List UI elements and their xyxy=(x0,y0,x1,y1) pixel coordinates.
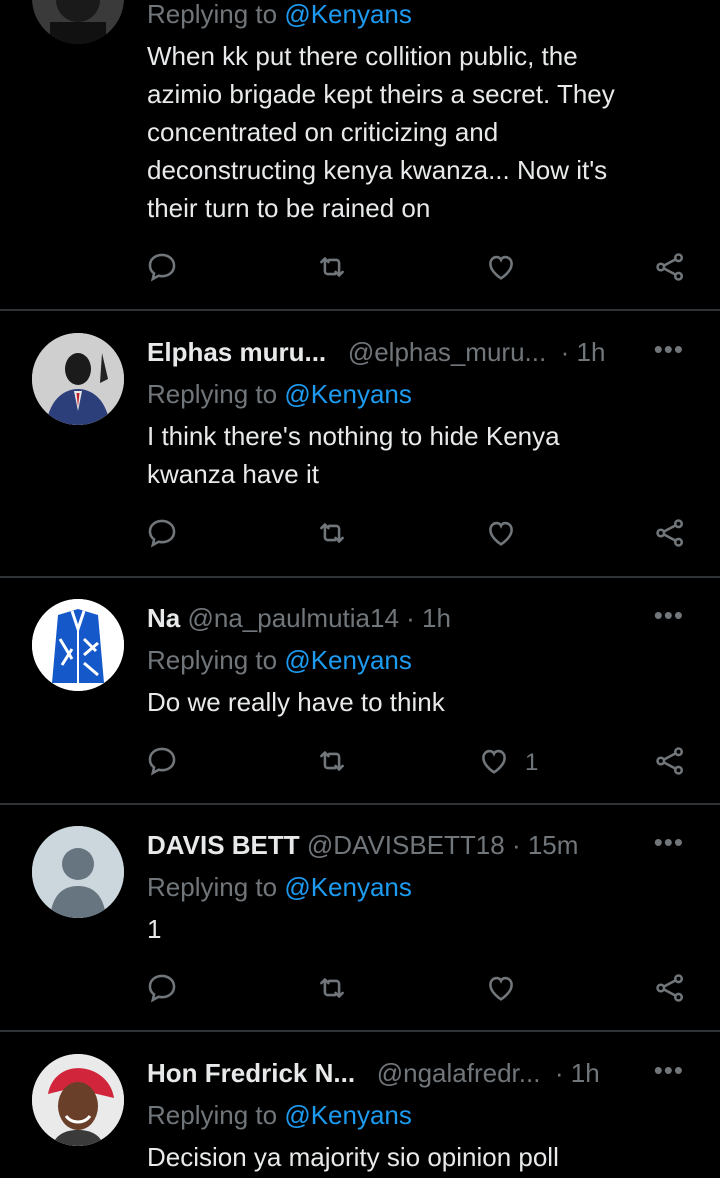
like-icon xyxy=(484,516,518,555)
user-handle[interactable]: @DAVISBETT18 xyxy=(307,830,505,860)
display-name[interactable]: DAVIS BETT xyxy=(147,830,300,860)
user-handle[interactable]: @na_paulmutia14 xyxy=(187,603,398,633)
mention-link[interactable]: @Kenyans xyxy=(284,379,412,409)
share-icon xyxy=(653,744,687,783)
reply-button[interactable] xyxy=(145,249,179,289)
reply-button[interactable] xyxy=(145,515,179,555)
reply-icon xyxy=(145,744,179,783)
avatar[interactable] xyxy=(32,826,124,918)
replying-to: Replying to @Kenyans xyxy=(147,645,412,675)
like-button[interactable] xyxy=(484,970,532,1010)
retweet-icon xyxy=(315,744,349,783)
avatar[interactable] xyxy=(32,599,124,691)
user-handle[interactable]: @elphas_muru... xyxy=(348,337,546,367)
like-button[interactable]: 1 xyxy=(477,743,538,783)
avatar[interactable] xyxy=(32,333,124,425)
tweet[interactable]: Na @na_paulmutia14 · 1h ••• Replying to … xyxy=(0,578,720,803)
more-icon[interactable]: ••• xyxy=(654,827,684,858)
action-bar xyxy=(0,515,720,555)
tweet-text: 1 xyxy=(147,914,162,944)
like-button[interactable] xyxy=(484,515,532,555)
retweet-button[interactable] xyxy=(315,515,349,555)
mention-link[interactable]: @Kenyans xyxy=(284,872,412,902)
avatar[interactable] xyxy=(32,1054,124,1146)
tweet-text: Do we really have to think xyxy=(147,687,445,717)
timestamp[interactable]: · 1h xyxy=(406,603,451,633)
timestamp[interactable]: · 1h xyxy=(561,337,606,367)
retweet-icon xyxy=(315,516,349,555)
tweet-header: Elphas muru... @elphas_muru... · 1h xyxy=(147,334,640,370)
display-name[interactable]: Hon Fredrick N... xyxy=(147,1058,355,1088)
reply-button[interactable] xyxy=(145,743,179,783)
more-icon[interactable]: ••• xyxy=(654,1055,684,1086)
share-icon xyxy=(653,516,687,555)
retweet-button[interactable] xyxy=(315,970,349,1010)
display-name[interactable]: Na xyxy=(147,603,180,633)
display-name[interactable]: Elphas muru... xyxy=(147,337,326,367)
replying-to: Replying to @Kenyans xyxy=(147,872,412,902)
share-button[interactable] xyxy=(653,515,687,555)
replying-to: Replying to @Kenyans xyxy=(147,0,412,29)
retweet-icon xyxy=(315,971,349,1010)
retweet-icon xyxy=(315,250,349,289)
more-icon[interactable]: ••• xyxy=(654,600,684,631)
reply-icon xyxy=(145,971,179,1010)
action-bar: 1 xyxy=(0,743,720,783)
tweet-header: Na @na_paulmutia14 · 1h xyxy=(147,600,640,636)
tweet[interactable]: Replying to @Kenyans When kk put there c… xyxy=(0,0,720,310)
mention-link[interactable]: @Kenyans xyxy=(284,645,412,675)
like-icon xyxy=(477,744,511,783)
timestamp[interactable]: · 1h xyxy=(555,1058,600,1088)
like-icon xyxy=(484,971,518,1010)
replying-to: Replying to @Kenyans xyxy=(147,379,412,409)
avatar[interactable] xyxy=(32,0,124,44)
share-button[interactable] xyxy=(653,249,687,289)
reply-icon xyxy=(145,250,179,289)
like-count: 1 xyxy=(525,749,539,776)
replying-to: Replying to @Kenyans xyxy=(147,1100,412,1130)
reply-icon xyxy=(145,516,179,555)
mention-link[interactable]: @Kenyans xyxy=(284,0,412,29)
tweet-text: I think there's nothing to hide Kenya kw… xyxy=(147,421,560,489)
tweet[interactable]: DAVIS BETT @DAVISBETT18 · 15m ••• Replyi… xyxy=(0,805,720,1030)
tweet[interactable]: Hon Fredrick N... @ngalafredr... · 1h ••… xyxy=(0,1032,720,1178)
timestamp[interactable]: · 15m xyxy=(512,830,578,860)
more-icon[interactable]: ••• xyxy=(654,334,684,365)
like-icon xyxy=(484,250,518,289)
like-button[interactable] xyxy=(484,249,532,289)
retweet-button[interactable] xyxy=(315,249,349,289)
share-button[interactable] xyxy=(653,970,687,1010)
retweet-button[interactable] xyxy=(315,743,349,783)
tweet-header: Hon Fredrick N... @ngalafredr... · 1h xyxy=(147,1055,640,1091)
share-icon xyxy=(653,971,687,1010)
mention-link[interactable]: @Kenyans xyxy=(284,1100,412,1130)
tweet-header: DAVIS BETT @DAVISBETT18 · 15m xyxy=(147,827,640,863)
action-bar xyxy=(0,249,720,289)
share-icon xyxy=(653,250,687,289)
tweet-text: Decision ya majority sio opinion poll xyxy=(147,1142,559,1172)
tweet-text: When kk put there collition public, the … xyxy=(147,41,615,223)
tweet[interactable]: Elphas muru... @elphas_muru... · 1h ••• … xyxy=(0,311,720,576)
user-handle[interactable]: @ngalafredr... xyxy=(377,1058,541,1088)
reply-button[interactable] xyxy=(145,970,179,1010)
action-bar xyxy=(0,970,720,1010)
share-button[interactable] xyxy=(653,743,687,783)
